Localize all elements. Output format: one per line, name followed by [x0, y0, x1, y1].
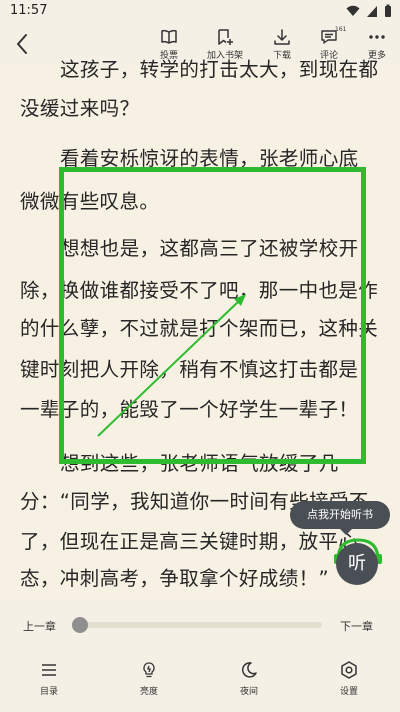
brightness-icon [143, 662, 155, 678]
prev-chapter-button[interactable]: 上一章 [23, 618, 56, 634]
toc-label: 目录 [39, 687, 58, 697]
status-time: 11:57 [10, 3, 48, 18]
text-line: 键时刻把人开除，稍有不慎这打击都是 [20, 358, 359, 381]
progress-thumb[interactable] [71, 617, 88, 633]
download-icon [274, 29, 290, 45]
night-mode-button[interactable]: 夜间 [219, 660, 279, 697]
text-line: 微微有些叹息。 [20, 190, 160, 213]
settings-label: 设置 [339, 687, 358, 697]
listen-tooltip[interactable]: 点我开始听书 [290, 501, 390, 535]
text-line: 想想也是，这都高三了还被学校开 [60, 237, 359, 260]
settings-button[interactable]: 设置 [319, 660, 379, 697]
bottom-nav: 目录 亮度 夜间 设置 [0, 650, 400, 712]
signal-icon [367, 6, 377, 17]
text-line: 没缓过来吗？ [20, 97, 140, 120]
comment-count-badge: 161 [335, 26, 347, 33]
settings-icon [341, 661, 357, 679]
battery-icon [385, 4, 391, 17]
moon-icon [241, 662, 257, 678]
chevron-left-icon [17, 34, 27, 54]
toc-button[interactable]: 目录 [19, 660, 79, 697]
next-chapter-button[interactable]: 下一章 [340, 618, 373, 634]
brightness-label: 亮度 [139, 687, 158, 697]
bookmark-add-icon [218, 29, 233, 45]
more-icon [369, 35, 385, 39]
text-line: 态，冲刺高考，争取拿个好成绩！” [20, 567, 330, 590]
text-line: 一辈子的，能毁了一个好学生一辈子！ [20, 398, 359, 421]
brightness-button[interactable]: 亮度 [119, 660, 179, 697]
chapter-progress-panel: 上一章 下一章 [0, 598, 400, 650]
wifi-icon [346, 5, 360, 16]
book-icon [161, 29, 177, 44]
back-button[interactable] [10, 30, 34, 58]
chapter-progress-slider[interactable] [71, 617, 322, 633]
night-mode-label: 夜间 [239, 687, 258, 697]
list-icon [42, 664, 56, 676]
text-line: 的什么孽，不过就是打个架而已，这种关 [20, 317, 379, 340]
text-line: 了，但现在正是高三关键时期，放平心 [20, 530, 359, 553]
text-line: 看着安栎惊讶的表情，张老师心底 [60, 147, 359, 170]
status-bar: 11:57 [0, 0, 400, 22]
text-line: 这孩子，转学的打击太大，到现在都 [60, 58, 379, 81]
status-icons [346, 4, 392, 18]
text-line: 想到这些，张老师语气放缓了几 [60, 452, 339, 475]
listen-button[interactable]: 听 [336, 543, 378, 585]
text-line: 除，换做谁都接受不了吧，那一中也是作 [20, 279, 379, 302]
